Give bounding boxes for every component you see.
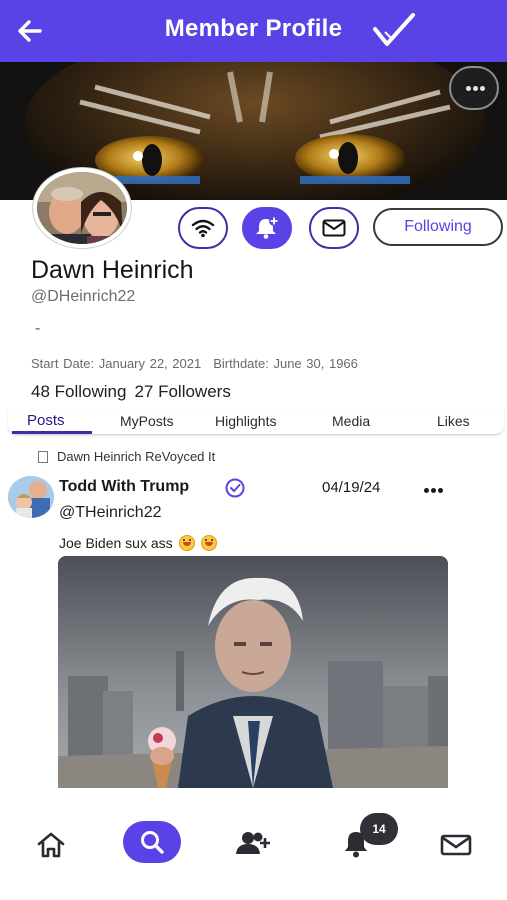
- post-more-button[interactable]: [424, 488, 444, 494]
- revoyced-banner: Dawn Heinrich ReVoyced It: [38, 449, 215, 464]
- page-title: Member Profile: [164, 15, 343, 42]
- post-text: Joe Biden sux ass: [59, 535, 173, 551]
- flushed-face-emoji-icon: [178, 535, 195, 551]
- tab-likes[interactable]: Likes: [437, 413, 470, 429]
- profile-counts: 48 Following 27 Followers: [31, 382, 231, 402]
- followers-count-link[interactable]: 27 Followers: [134, 382, 230, 401]
- post-author-name[interactable]: Todd With Trump: [59, 478, 189, 496]
- following-button[interactable]: Following: [373, 208, 503, 246]
- flushed-face-emoji-icon: [200, 535, 217, 551]
- tab-myposts[interactable]: MyPosts: [120, 413, 174, 429]
- profile-tabs: Posts MyPosts Highlights Media Likes: [8, 409, 504, 435]
- search-nav-button[interactable]: [123, 821, 181, 863]
- profile-handle: @DHeinrich22: [31, 288, 136, 305]
- tab-highlights[interactable]: Highlights: [215, 413, 276, 429]
- notification-count-badge: 14: [360, 813, 398, 845]
- verified-badge-icon: [225, 478, 245, 498]
- revoyce-icon: [38, 450, 48, 463]
- notify-button[interactable]: [242, 207, 292, 249]
- post-body: Joe Biden sux ass: [59, 535, 217, 551]
- mail-icon[interactable]: [440, 834, 472, 856]
- tab-media[interactable]: Media: [332, 413, 370, 429]
- post-author-handle[interactable]: @THeinrich22: [59, 504, 162, 522]
- profile-bio: -: [35, 320, 41, 337]
- subscribe-feed-button[interactable]: [178, 207, 228, 249]
- more-horizontal-icon: [466, 86, 471, 91]
- profile-name: Dawn Heinrich: [31, 256, 194, 284]
- active-tab-indicator: [12, 431, 92, 434]
- post-date: 04/19/24: [322, 479, 381, 496]
- search-icon: [141, 831, 164, 854]
- following-count-link[interactable]: 48 Following: [31, 382, 126, 401]
- message-button[interactable]: [309, 207, 359, 249]
- start-date: Start Date: January 22, 2021: [31, 356, 202, 371]
- add-friend-icon[interactable]: [234, 830, 274, 856]
- profile-avatar[interactable]: [33, 168, 131, 248]
- header-bar: Member Profile: [0, 0, 507, 62]
- profile-dates: Start Date: January 22, 2021 Birthdate: J…: [31, 356, 358, 371]
- banner-more-button[interactable]: [449, 66, 499, 110]
- post-image[interactable]: [58, 556, 448, 788]
- wifi-icon: [191, 219, 215, 238]
- post-author-avatar[interactable]: [8, 476, 54, 518]
- more-horizontal-icon: [424, 488, 429, 493]
- mail-icon: [322, 219, 346, 237]
- bottom-navigation: [0, 790, 507, 900]
- tab-posts[interactable]: Posts: [27, 412, 65, 429]
- home-icon[interactable]: [36, 832, 66, 858]
- checkmark-icon: [373, 13, 415, 46]
- revoyced-text: Dawn Heinrich ReVoyced It: [57, 449, 216, 464]
- birthdate: Birthdate: June 30, 1966: [213, 356, 358, 371]
- bell-plus-icon: [256, 216, 279, 239]
